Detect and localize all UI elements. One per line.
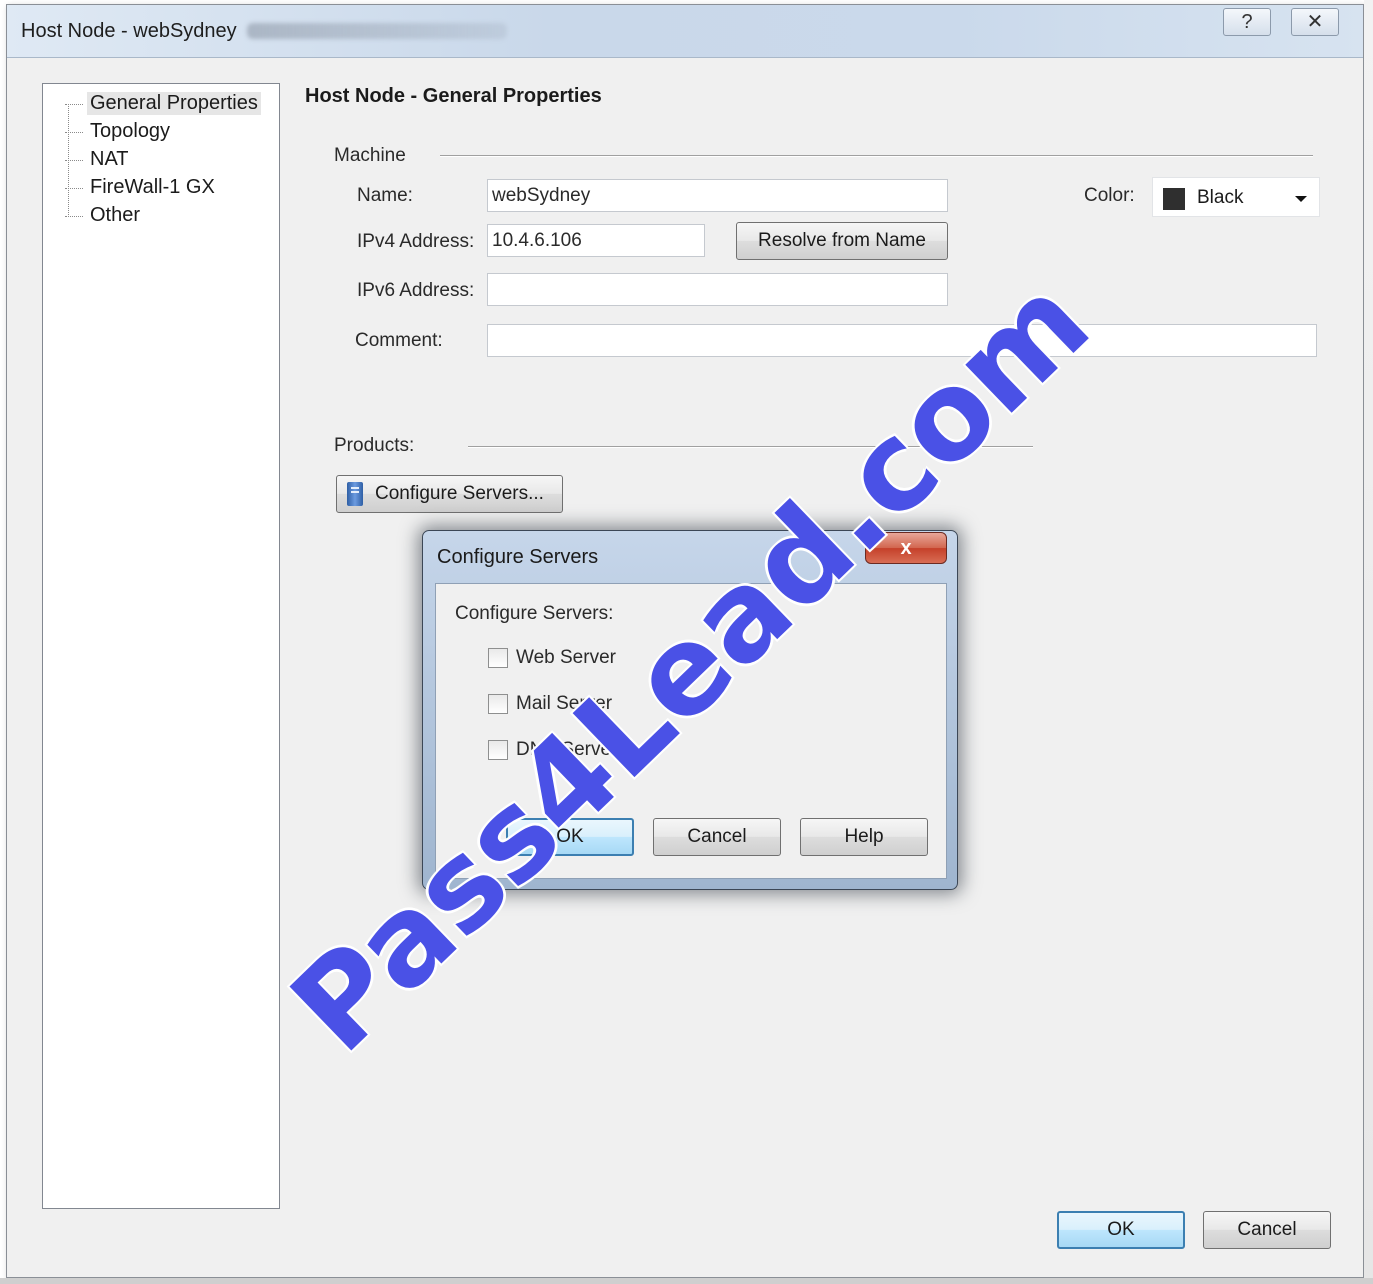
- machine-section-label: Machine: [334, 145, 406, 166]
- configure-servers-button[interactable]: Configure Servers...: [336, 475, 563, 513]
- window-title: Host Node - webSydney: [21, 20, 237, 42]
- configure-servers-label: Configure Servers...: [375, 483, 544, 504]
- dns-server-label: DNS Server: [516, 739, 618, 760]
- blurred-title-area: [247, 23, 507, 39]
- resolve-from-name-button[interactable]: Resolve from Name: [736, 222, 948, 260]
- color-swatch: [1163, 188, 1185, 210]
- color-value: Black: [1197, 187, 1244, 208]
- web-server-label: Web Server: [516, 647, 616, 668]
- dialog-cancel-button[interactable]: Cancel: [653, 818, 781, 856]
- navigation-tree: General Properties Topology NAT FireWall…: [42, 83, 280, 1209]
- comment-label: Comment:: [355, 330, 443, 351]
- tree-item-firewall-1-gx[interactable]: FireWall-1 GX: [65, 176, 218, 199]
- mail-server-checkbox-row[interactable]: Mail Server: [488, 693, 612, 715]
- tree-item-nat[interactable]: NAT: [65, 148, 132, 171]
- ipv6-label: IPv6 Address:: [357, 280, 475, 301]
- close-title-button[interactable]: ✕: [1291, 8, 1339, 36]
- machine-divider: [440, 155, 1313, 157]
- title-bar[interactable]: Host Node - webSydney ? ✕: [7, 5, 1363, 58]
- background-edge: [1364, 0, 1373, 1284]
- ipv4-label: IPv4 Address:: [357, 231, 475, 252]
- dropdown-arrow-icon: [1295, 196, 1307, 202]
- web-server-checkbox[interactable]: [488, 647, 508, 668]
- products-divider: [468, 446, 1033, 448]
- tree-item-topology[interactable]: Topology: [64, 120, 173, 143]
- cancel-button[interactable]: Cancel: [1203, 1211, 1331, 1249]
- color-label: Color:: [1084, 185, 1135, 206]
- web-server-checkbox-row[interactable]: Web Server: [488, 647, 616, 669]
- tree-item-general-properties[interactable]: General Properties: [65, 92, 261, 115]
- dialog-title: Configure Servers: [437, 546, 599, 568]
- dialog-help-button[interactable]: Help: [800, 818, 928, 856]
- configure-servers-group-label: Configure Servers:: [455, 603, 614, 624]
- products-section-label: Products:: [334, 435, 415, 456]
- configure-servers-dialog: Configure Servers x Configure Servers: W…: [422, 530, 958, 890]
- tree-item-other[interactable]: Other: [64, 204, 143, 227]
- dialog-ok-button[interactable]: OK: [506, 818, 634, 856]
- server-icon: [347, 481, 363, 506]
- color-select[interactable]: Black: [1152, 177, 1320, 217]
- mail-server-checkbox[interactable]: [488, 693, 508, 714]
- background-edge-bottom: [0, 1278, 1373, 1284]
- name-input[interactable]: webSydney: [487, 179, 948, 212]
- help-title-button[interactable]: ?: [1223, 8, 1271, 36]
- dns-server-checkbox[interactable]: [488, 739, 508, 760]
- dialog-close-button[interactable]: x: [865, 532, 947, 564]
- ok-button[interactable]: OK: [1057, 1211, 1185, 1249]
- page-heading: Host Node - General Properties: [305, 85, 602, 107]
- ipv4-input[interactable]: 10.4.6.106: [487, 224, 705, 257]
- name-label: Name:: [357, 185, 413, 206]
- comment-input[interactable]: [487, 324, 1317, 357]
- dialog-body: Configure Servers: Web Server Mail Serve…: [435, 583, 947, 879]
- mail-server-label: Mail Server: [516, 693, 613, 714]
- ipv6-input[interactable]: [487, 273, 948, 306]
- dns-server-checkbox-row[interactable]: DNS Server: [488, 739, 617, 761]
